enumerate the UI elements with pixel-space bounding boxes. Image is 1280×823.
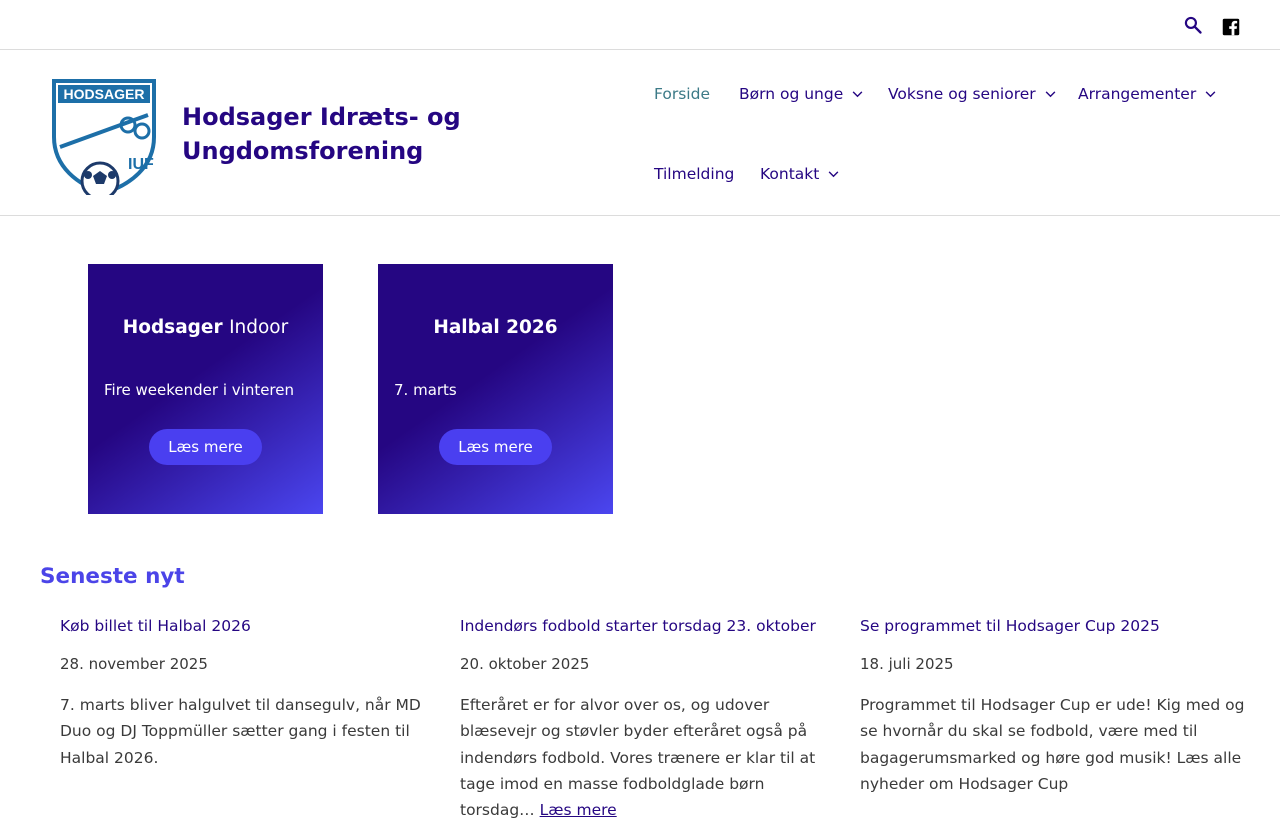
nav-item-label: Arrangementer [1078, 85, 1197, 103]
chevron-down-icon [1205, 90, 1216, 97]
site-header: HODSAGER IUF Hodsager Idræts- og Ungdoms… [0, 51, 1280, 216]
nav-item-label: Voksne og seniorer [888, 85, 1036, 103]
card-title-light: Indoor [229, 317, 289, 338]
nav-item-voksne-og-seniorer[interactable]: Voksne og seniorer [888, 85, 1056, 103]
logo-text-bottom: IUF [128, 156, 154, 173]
post-excerpt: Efteråret er for alvor over os, og udove… [460, 692, 830, 823]
card-title-bold: Hodsager [122, 317, 223, 338]
nav-item-label: Kontakt [760, 165, 820, 183]
read-more-link[interactable]: Læs mere [540, 801, 617, 819]
card-title: Hodsager Indoor [88, 317, 323, 338]
post-date: 18. juli 2025 [860, 655, 954, 673]
club-logo[interactable]: HODSAGER IUF [48, 75, 160, 195]
nav-item-kontakt[interactable]: Kontakt [760, 165, 839, 183]
feature-card-hodsager-indoor: Hodsager Indoor Fire weekender i vintere… [88, 264, 323, 514]
post-date: 28. november 2025 [60, 655, 208, 673]
news-heading: Seneste nyt [40, 564, 185, 589]
post-excerpt: 7. marts bliver halgulvet til dansegulv,… [60, 692, 445, 771]
search-icon[interactable] [1183, 15, 1203, 35]
card-title: Halbal 2026 [378, 317, 613, 338]
logo-text-top: HODSAGER [64, 86, 145, 102]
read-more-button[interactable]: Læs mere [149, 429, 262, 465]
top-bar [0, 0, 1280, 50]
post-excerpt-text: Programmet til Hodsager Cup er ude! Kig … [860, 696, 1245, 793]
post-excerpt: Programmet til Hodsager Cup er ude! Kig … [860, 692, 1245, 797]
post-title-link[interactable]: Se programmet til Hodsager Cup 2025 [860, 616, 1245, 636]
facebook-icon[interactable] [1222, 18, 1240, 36]
card-subtitle: Fire weekender i vinteren [104, 381, 295, 399]
card-subtitle: 7. marts [394, 381, 457, 399]
feature-card-halbal-2026: Halbal 2026 7. marts Læs mere [378, 264, 613, 514]
nav-item-forside[interactable]: Forside [654, 85, 710, 103]
chevron-down-icon [1045, 90, 1056, 97]
nav-item-born-og-unge[interactable]: Børn og unge [739, 85, 863, 103]
nav-item-tilmelding[interactable]: Tilmelding [654, 165, 734, 183]
post-date: 20. oktober 2025 [460, 655, 590, 673]
nav-item-label: Tilmelding [654, 165, 735, 183]
post-excerpt-text: 7. marts bliver halgulvet til dansegulv,… [60, 696, 421, 767]
nav-item-label: Forside [654, 85, 710, 103]
post-title-link[interactable]: Køb billet til Halbal 2026 [60, 616, 445, 636]
read-more-button[interactable]: Læs mere [439, 429, 552, 465]
chevron-down-icon [828, 170, 839, 177]
post-excerpt-text: Efteråret er for alvor over os, og udove… [460, 696, 816, 820]
site-title[interactable]: Hodsager Idræts- og Ungdomsforening [182, 100, 542, 168]
chevron-down-icon [852, 90, 863, 97]
news-post: Se programmet til Hodsager Cup 2025 18. … [860, 616, 1245, 797]
post-title-link[interactable]: Indendørs fodbold starter torsdag 23. ok… [460, 616, 830, 636]
news-post: Køb billet til Halbal 2026 28. november … [60, 616, 445, 771]
nav-item-arrangementer[interactable]: Arrangementer [1078, 85, 1216, 103]
news-post: Indendørs fodbold starter torsdag 23. ok… [460, 616, 830, 823]
card-title-bold: Halbal 2026 [433, 317, 558, 338]
nav-item-label: Børn og unge [739, 85, 844, 103]
